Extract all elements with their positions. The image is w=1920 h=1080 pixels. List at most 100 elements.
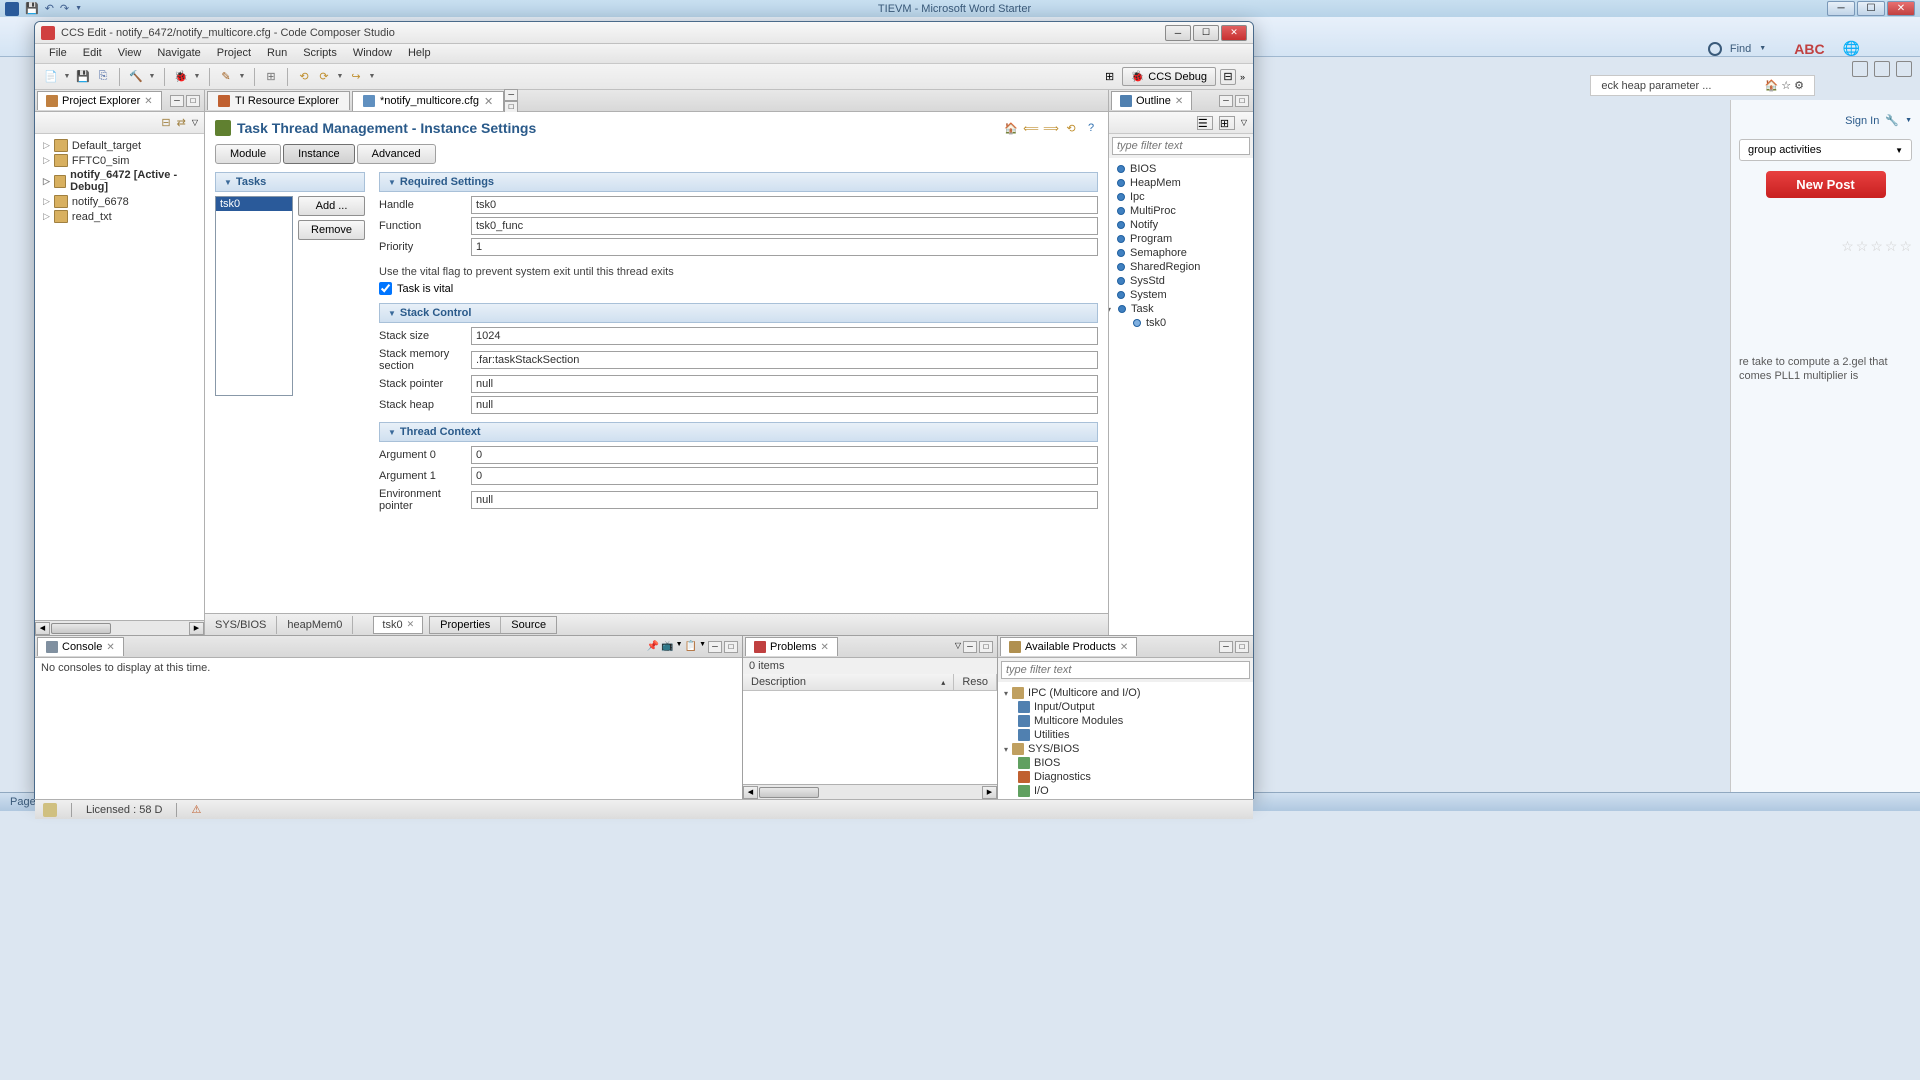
stack-size-input[interactable] bbox=[471, 327, 1098, 345]
new-icon[interactable]: 📄 bbox=[43, 69, 59, 85]
close-icon[interactable]: ✕ bbox=[1175, 96, 1183, 107]
nav-last-icon[interactable]: ↪ bbox=[348, 69, 364, 85]
maximize-view-icon[interactable]: □ bbox=[186, 95, 200, 107]
nav-forward-icon[interactable]: ⟳ bbox=[316, 69, 332, 85]
task-list-item[interactable]: tsk0 bbox=[216, 197, 292, 211]
task-list[interactable]: tsk0 bbox=[215, 196, 293, 396]
perspective-more-icon[interactable]: » bbox=[1240, 72, 1245, 82]
close-icon[interactable]: ✕ bbox=[144, 96, 152, 107]
view-menu-icon[interactable]: ▽ bbox=[192, 118, 198, 127]
console-tab[interactable]: Console ✕ bbox=[37, 637, 124, 656]
home-icon[interactable]: 🏠 bbox=[1004, 121, 1018, 135]
stack-section-header[interactable]: ▼Stack Control bbox=[379, 303, 1098, 323]
function-input[interactable] bbox=[471, 217, 1098, 235]
perspective-extra-icon[interactable]: ⊟ bbox=[1220, 69, 1236, 85]
perspective-open-icon[interactable]: ⊞ bbox=[1102, 69, 1118, 85]
expand-icon[interactable]: ▷ bbox=[43, 211, 50, 222]
help-icon[interactable]: ? bbox=[1084, 121, 1098, 135]
col-description[interactable]: Description▴ bbox=[743, 674, 954, 690]
pen-dropdown-icon[interactable]: ▼ bbox=[238, 73, 246, 80]
find-dropdown-icon[interactable]: ▼ bbox=[1759, 45, 1766, 52]
wrench-icon[interactable]: 🔧 bbox=[1885, 114, 1899, 127]
forward-icon[interactable]: ⟹ bbox=[1044, 121, 1058, 135]
find-label[interactable]: Find bbox=[1730, 43, 1751, 55]
resize-handle-icon[interactable] bbox=[1231, 803, 1245, 817]
expand-icon[interactable]: ▷ bbox=[43, 176, 50, 187]
stack-heap-input[interactable] bbox=[471, 396, 1098, 414]
project-explorer-tab[interactable]: Project Explorer ✕ bbox=[37, 91, 162, 110]
menu-scripts[interactable]: Scripts bbox=[295, 44, 345, 63]
products-filter-input[interactable] bbox=[1001, 661, 1250, 679]
stack-ptr-input[interactable] bbox=[471, 375, 1098, 393]
menu-file[interactable]: File bbox=[41, 44, 75, 63]
source-tab[interactable]: Source bbox=[501, 617, 556, 633]
view-menu-icon[interactable]: ▽ bbox=[1241, 118, 1247, 127]
fullscreen-icon[interactable] bbox=[1852, 61, 1868, 77]
layout1-icon[interactable] bbox=[1874, 61, 1890, 77]
perspective-ccs-debug[interactable]: 🐞 CCS Debug bbox=[1122, 67, 1216, 86]
view-menu-icon[interactable]: ▽ bbox=[955, 641, 961, 653]
build-icon[interactable]: 🔨 bbox=[128, 69, 144, 85]
word-document-tab[interactable]: eck heap parameter ... 🏠 ☆ ⚙ bbox=[1590, 75, 1815, 96]
maximize-view-icon[interactable]: □ bbox=[724, 641, 738, 653]
status-warning-icon[interactable]: ⚠ bbox=[191, 803, 201, 816]
group-activities-dropdown[interactable]: group activities▼ bbox=[1739, 139, 1912, 161]
problems-tab[interactable]: Problems ✕ bbox=[745, 637, 838, 656]
col-resource[interactable]: Reso bbox=[954, 674, 997, 690]
handle-input[interactable] bbox=[471, 196, 1098, 214]
instance-tab[interactable]: Instance bbox=[283, 144, 355, 164]
priority-input[interactable] bbox=[471, 238, 1098, 256]
word-maximize-button[interactable]: ☐ bbox=[1857, 1, 1885, 16]
outline-filter-input[interactable] bbox=[1112, 137, 1250, 155]
open-console-icon[interactable]: 📋 bbox=[685, 641, 697, 653]
layout2-icon[interactable] bbox=[1896, 61, 1912, 77]
outline-tab[interactable]: Outline ✕ bbox=[1111, 91, 1192, 110]
menu-view[interactable]: View bbox=[110, 44, 150, 63]
editor-tab-cfg[interactable]: *notify_multicore.cfg ✕ bbox=[352, 91, 504, 111]
outline-toggle1-icon[interactable]: ☰ bbox=[1197, 116, 1213, 130]
maximize-view-icon[interactable]: □ bbox=[1235, 641, 1249, 653]
stack-mem-input[interactable] bbox=[471, 351, 1098, 369]
thread-section-header[interactable]: ▼Thread Context bbox=[379, 422, 1098, 442]
nav-dropdown-icon[interactable]: ▼ bbox=[336, 73, 344, 80]
project-hscroll[interactable]: ◀▶ bbox=[35, 620, 204, 635]
maximize-editor-icon[interactable]: □ bbox=[504, 101, 518, 113]
maximize-view-icon[interactable]: □ bbox=[1235, 95, 1249, 107]
menu-help[interactable]: Help bbox=[400, 44, 439, 63]
ccs-maximize-button[interactable]: ☐ bbox=[1193, 25, 1219, 41]
pin-icon[interactable]: 📌 bbox=[647, 641, 659, 653]
menu-window[interactable]: Window bbox=[345, 44, 400, 63]
required-section-header[interactable]: ▼Required Settings bbox=[379, 172, 1098, 192]
qat-dropdown-icon[interactable]: ▼ bbox=[75, 5, 82, 12]
minimize-view-icon[interactable]: ─ bbox=[170, 95, 184, 107]
expand-icon[interactable]: ▷ bbox=[43, 140, 50, 151]
new-dropdown-icon[interactable]: ▼ bbox=[63, 73, 71, 80]
products-tab[interactable]: Available Products ✕ bbox=[1000, 637, 1137, 656]
word-minimize-button[interactable]: ─ bbox=[1827, 1, 1855, 16]
vital-checkbox[interactable] bbox=[379, 282, 392, 295]
menu-navigate[interactable]: Navigate bbox=[149, 44, 208, 63]
refresh-icon[interactable]: ⟲ bbox=[1064, 121, 1078, 135]
undo-icon[interactable]: ↶ bbox=[45, 2, 54, 15]
word-close-button[interactable]: ✕ bbox=[1887, 1, 1915, 16]
redo-icon[interactable]: ↷ bbox=[60, 2, 69, 15]
back-icon[interactable]: ⟸ bbox=[1024, 121, 1038, 135]
products-tree[interactable]: ▾IPC (Multicore and I/O) Input/Output Mu… bbox=[998, 682, 1253, 799]
grid-icon[interactable]: ⊞ bbox=[263, 69, 279, 85]
breadcrumb-sysbios[interactable]: SYS/BIOS bbox=[205, 616, 277, 634]
arg0-input[interactable] bbox=[471, 446, 1098, 464]
minimize-view-icon[interactable]: ─ bbox=[708, 641, 722, 653]
close-icon[interactable]: ✕ bbox=[484, 95, 493, 108]
close-icon[interactable]: ✕ bbox=[106, 642, 114, 653]
debug-dropdown-icon[interactable]: ▼ bbox=[193, 73, 201, 80]
outline-tree[interactable]: BIOS HeapMem Ipc MultiProc Notify Progra… bbox=[1109, 158, 1253, 635]
outline-toggle2-icon[interactable]: ⊞ bbox=[1219, 116, 1235, 130]
project-tree[interactable]: ▷Default_target ▷FFTC0_sim ▷notify_6472 … bbox=[35, 134, 204, 620]
pen-icon[interactable]: ✎ bbox=[218, 69, 234, 85]
signin-link[interactable]: Sign In 🔧 ▼ bbox=[1739, 108, 1912, 133]
minimize-view-icon[interactable]: ─ bbox=[963, 641, 977, 653]
nav-back-icon[interactable]: ⟲ bbox=[296, 69, 312, 85]
maximize-view-icon[interactable]: □ bbox=[979, 641, 993, 653]
arg1-input[interactable] bbox=[471, 467, 1098, 485]
properties-tab[interactable]: Properties bbox=[430, 617, 501, 633]
